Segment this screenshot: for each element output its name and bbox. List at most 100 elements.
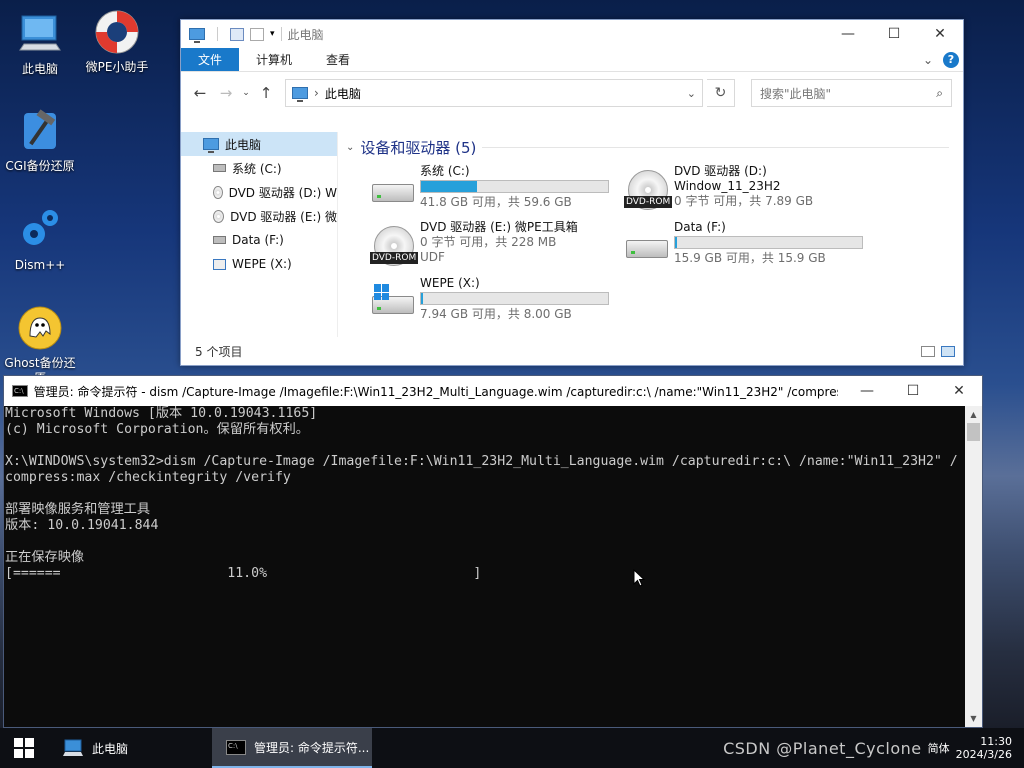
explorer-window[interactable]: ▾ 此电脑 — ☐ ✕ 文件 计算机 查看 ⌄ ? ← → ⌄ ↑ › 此电脑 … [180,19,964,366]
desktop-icon-dism[interactable]: Dism++ [0,206,80,273]
gears-icon [16,206,64,254]
explorer-titlebar[interactable]: ▾ 此电脑 — ☐ ✕ [181,20,963,48]
drive-info: 15.9 GB 可用，共 15.9 GB [674,251,826,265]
console-line: 版本: 10.0.19041.844 [5,518,159,533]
clock-time: 11:30 [980,735,1012,748]
computer-icon [16,10,64,58]
maximize-button[interactable]: ☐ [871,20,917,48]
properties-icon[interactable] [230,27,244,41]
drive-tile-f[interactable]: Data (F:) 15.9 GB 可用，共 15.9 GB [612,220,863,274]
back-arrow-icon[interactable]: ← [189,84,211,102]
minimize-button[interactable]: — [825,20,871,48]
sidebar-item-x-drive[interactable]: WEPE (X:) [181,252,337,276]
chevron-right-icon[interactable]: › [314,86,319,100]
close-button[interactable]: ✕ [917,20,963,48]
drive-name: 系统 (C:) [420,164,470,178]
scroll-down-icon[interactable]: ▼ [965,710,982,727]
mouse-cursor-icon [633,569,645,587]
chevron-down-icon[interactable]: ⌄ [923,53,933,67]
cmd-window[interactable]: C:\ 管理员: 命令提示符 - dism /Capture-Image /Im… [3,375,983,728]
console-line: [====== 11.0% ] [5,566,482,581]
usage-bar-fill [421,293,423,304]
scrollbar[interactable]: ▲ ▼ [965,406,982,727]
up-arrow-icon[interactable]: ↑ [255,84,277,102]
ghost-icon [16,304,64,352]
dvd-icon [213,209,225,223]
chevron-down-icon[interactable]: ⌄ [241,88,251,98]
help-icon[interactable]: ? [943,51,959,68]
chevron-down-icon[interactable]: ⌄ [346,142,354,153]
scrollbar-thumb[interactable] [967,423,980,441]
system-tray: CSDN @Planet_Cyclone 简体 11:30 2024/3/26 [723,728,1024,768]
cmd-titlebar[interactable]: C:\ 管理员: 命令提示符 - dism /Capture-Image /Im… [4,376,982,406]
dvd-icon [213,185,223,199]
drive-label: Window_11_23H2 [674,179,781,193]
sidebar-item-this-pc[interactable]: 此电脑 [181,132,337,156]
dvd-rom-badge: DVD-ROM [624,196,673,208]
drive-tile-d[interactable]: DVD-ROM DVD 驱动器 (D:) Window_11_23H2 0 字节… [612,164,862,218]
desktop-icon-ghost[interactable]: Ghost备份还原 [0,304,80,386]
scroll-up-icon[interactable]: ▲ [965,406,982,423]
console-line: (c) Microsoft Corporation。保留所有权利。 [5,422,309,437]
group-header[interactable]: ⌄ 设备和驱动器 (5) [346,136,963,158]
computer-icon [292,87,308,102]
tab-file[interactable]: 文件 [181,48,240,71]
console-output[interactable]: Microsoft Windows [版本 10.0.19043.1165] (c… [4,406,965,727]
window-title: 管理员: 命令提示符 - dism /Capture-Image /Imagef… [33,384,838,399]
clock[interactable]: 11:30 2024/3/26 [956,735,1012,761]
search-input[interactable]: 搜索"此电脑" ⌕ [751,79,952,107]
hard-drive-icon [372,184,414,202]
computer-icon [203,138,219,153]
drive-tile-e[interactable]: DVD-ROM DVD 驱动器 (E:) 微PE工具箱 0 字节 可用，共 22… [358,220,608,274]
usage-bar-fill [421,181,478,192]
drive-tile-c[interactable]: 系统 (C:) 41.8 GB 可用，共 59.6 GB [358,164,609,218]
windows-logo-icon [374,284,390,300]
sidebar-item-label: Data (F:) [232,233,284,247]
windows-logo-icon [14,738,34,758]
ime-indicator[interactable]: 简体 [928,740,950,756]
taskbar-item-label: 管理员: 命令提示符... [254,740,370,755]
desktop-icon-this-pc[interactable]: 此电脑 [0,10,80,77]
details-view-icon[interactable] [921,345,935,357]
window-title: 此电脑 [287,27,324,42]
group-title: 设备和驱动器 (5) [360,138,477,157]
drive-tile-x[interactable]: WEPE (X:) 7.94 GB 可用，共 8.00 GB [358,276,609,330]
divider [280,27,282,41]
sidebar-item-e-drive[interactable]: DVD 驱动器 (E:) 微 [181,204,337,228]
search-placeholder: 搜索"此电脑" [760,86,832,101]
drive-name: DVD 驱动器 (D:) [674,164,767,178]
navigation-pane: 此电脑 系统 (C:) DVD 驱动器 (D:) W DVD 驱动器 (E:) … [181,132,338,337]
lifebuoy-icon [93,8,141,56]
forward-arrow-icon[interactable]: → [215,84,237,102]
network-drive-icon [213,258,226,270]
status-bar: 5 个项目 [181,337,963,365]
sidebar-item-label: 此电脑 [225,137,262,152]
start-button[interactable] [0,728,48,768]
maximize-button[interactable]: ☐ [890,376,936,406]
minimize-button[interactable]: — [844,376,890,406]
chevron-down-icon[interactable]: ⌄ [687,87,696,100]
sidebar-item-c-drive[interactable]: 系统 (C:) [181,156,337,180]
clock-date: 2024/3/26 [955,748,1012,761]
refresh-button[interactable]: ↻ [707,79,735,107]
drive-filesystem: UDF [420,250,445,264]
hammer-icon [16,107,64,155]
chevron-down-icon[interactable]: ▾ [270,29,275,39]
desktop-icon-cgi[interactable]: CGI备份还原 [0,107,80,174]
taskbar-item-cmd[interactable]: C:\ 管理员: 命令提示符... [212,728,372,768]
large-icons-view-icon[interactable] [941,345,955,357]
navigation-bar: ← → ⌄ ↑ › 此电脑 ⌄ ↻ 搜索"此电脑" ⌕ [181,72,963,114]
address-bar[interactable]: › 此电脑 ⌄ [285,79,703,107]
taskbar-item-explorer[interactable]: 此电脑 [48,728,208,768]
desktop-icon-pe-helper[interactable]: 微PE小助手 [77,8,157,75]
new-folder-icon[interactable] [250,27,264,41]
taskbar-item-label: 此电脑 [92,741,129,756]
close-button[interactable]: ✕ [936,376,982,406]
tab-computer[interactable]: 计算机 [239,48,309,71]
sidebar-item-d-drive[interactable]: DVD 驱动器 (D:) W [181,180,337,204]
computer-icon [189,28,205,43]
sidebar-item-f-drive[interactable]: Data (F:) [181,228,337,252]
tab-view[interactable]: 查看 [309,48,367,71]
